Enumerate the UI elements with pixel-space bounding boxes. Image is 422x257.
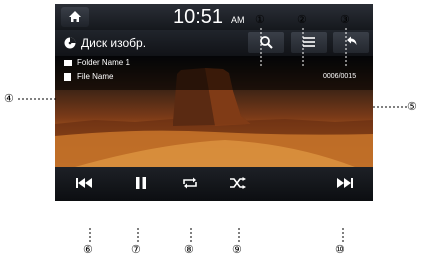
callout-4-line — [18, 98, 56, 100]
callout-3-line — [345, 28, 347, 66]
next-button[interactable] — [321, 170, 367, 198]
callout-10: ⑩ — [335, 244, 345, 256]
skip-back-icon — [76, 178, 92, 188]
callout-5-line — [373, 106, 407, 108]
repeat-icon — [183, 177, 197, 189]
callout-2: ② — [297, 14, 307, 26]
head-unit-screen: 10:51 AM Диск изобр. Folder Name 1 File … — [55, 4, 373, 201]
callout-4: ④ — [4, 93, 14, 105]
skip-forward-icon — [337, 178, 353, 188]
callout-1: ① — [255, 14, 265, 26]
previous-button[interactable] — [61, 170, 107, 198]
folder-name: Folder Name 1 — [77, 58, 130, 67]
list-button[interactable] — [291, 32, 327, 53]
home-icon — [69, 11, 81, 22]
callout-8-line — [190, 228, 192, 243]
list-icon — [303, 37, 315, 47]
clock-ampm: AM — [231, 15, 245, 25]
home-button[interactable] — [61, 7, 89, 27]
callout-10-line — [342, 228, 344, 243]
shuffle-icon — [230, 177, 246, 189]
disc-icon — [64, 37, 76, 49]
callout-9: ⑨ — [232, 244, 242, 256]
status-bar: 10:51 AM — [55, 4, 373, 30]
callout-5: ⑤ — [407, 101, 417, 113]
back-button[interactable] — [333, 32, 369, 53]
clock-time: 10:51 — [173, 6, 224, 28]
file-info-overlay: Folder Name 1 File Name 0006/0015 — [55, 56, 373, 90]
folder-icon — [64, 60, 72, 66]
callout-6: ⑥ — [83, 244, 93, 256]
file-name: File Name — [77, 72, 114, 81]
callout-9-line — [238, 228, 240, 243]
playback-controls — [55, 167, 373, 201]
callout-1-line — [260, 28, 262, 66]
callout-3: ③ — [340, 14, 350, 26]
search-button[interactable] — [248, 32, 284, 53]
pause-icon — [136, 177, 146, 189]
repeat-button[interactable] — [170, 170, 210, 198]
callout-7: ⑦ — [131, 244, 141, 256]
callout-7-line — [137, 228, 139, 243]
callout-8: ⑧ — [184, 244, 194, 256]
shuffle-button[interactable] — [218, 170, 258, 198]
callout-6-line — [89, 228, 91, 243]
title-bar: Диск изобр. — [55, 30, 373, 57]
file-icon — [64, 73, 71, 81]
pause-button[interactable] — [121, 170, 161, 198]
page-title: Диск изобр. — [81, 36, 147, 50]
callout-2-line — [302, 28, 304, 66]
image-counter: 0006/0015 — [323, 73, 357, 80]
